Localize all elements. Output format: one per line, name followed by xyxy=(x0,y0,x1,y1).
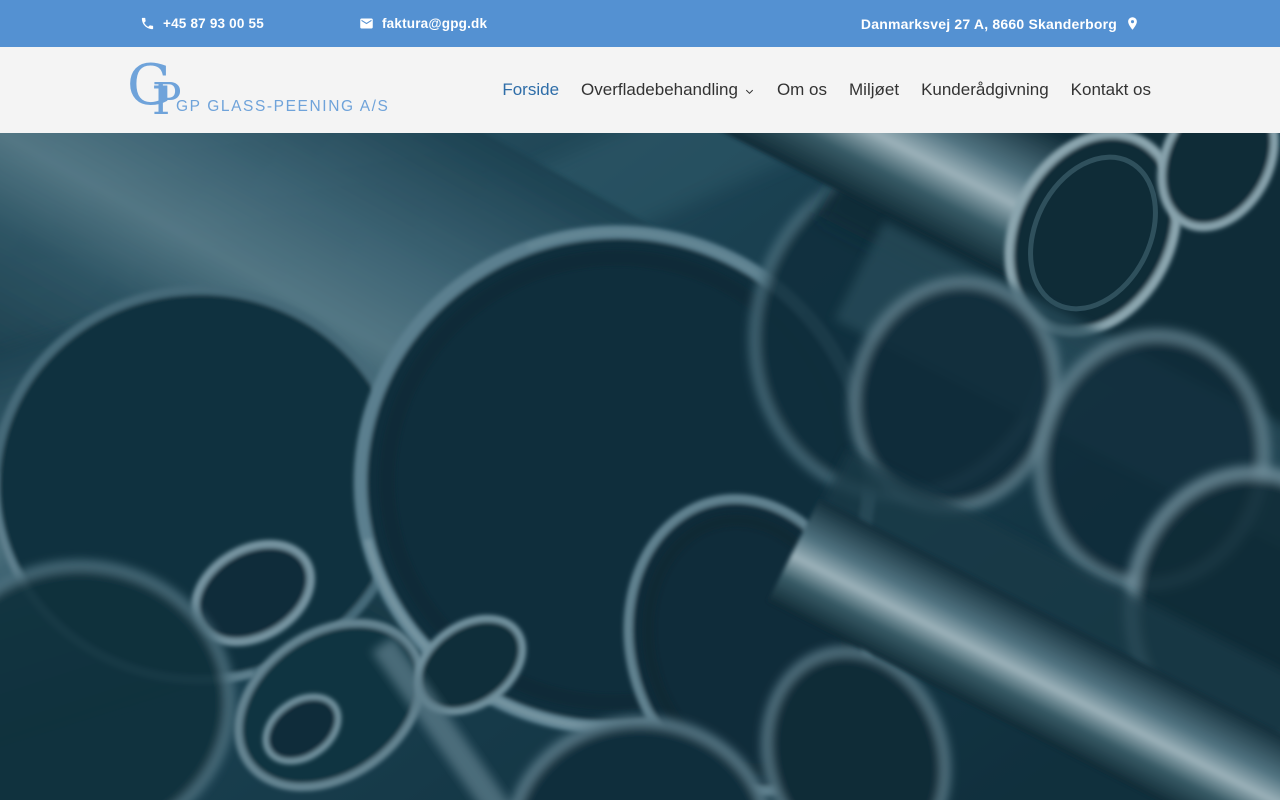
topbar-inner: +45 87 93 00 55 faktura@gpg.dk Danmarksv… xyxy=(140,16,1140,32)
topbar-contact-group: +45 87 93 00 55 faktura@gpg.dk xyxy=(140,16,487,31)
nav-item-forside[interactable]: Forside xyxy=(502,80,559,100)
phone-icon xyxy=(141,17,154,30)
address-text: Danmarksvej 27 A, 8660 Skanderborg xyxy=(860,15,1117,32)
address: Danmarksvej 27 A, 8660 Skanderborg xyxy=(861,16,1140,32)
phone-link[interactable]: +45 87 93 00 55 xyxy=(140,16,264,31)
hero-overlay xyxy=(0,133,1280,800)
main-nav: Forside Overfladebehandling Om os Miljøe… xyxy=(502,80,1151,100)
chevron-down-icon xyxy=(745,89,754,94)
phone-number: +45 87 93 00 55 xyxy=(163,16,264,31)
nav-item-overfladebehandling[interactable]: Overfladebehandling xyxy=(581,80,755,100)
logo[interactable]: G P GP GLASS-PEENING A/S xyxy=(127,53,390,125)
email-address: faktura@gpg.dk xyxy=(381,16,488,31)
topbar: +45 87 93 00 55 faktura@gpg.dk Danmarksv… xyxy=(0,0,1280,47)
nav-item-kontakt-os[interactable]: Kontakt os xyxy=(1071,80,1151,100)
envelope-icon xyxy=(360,18,373,29)
nav-item-kunderaadgivning[interactable]: Kunderådgivning xyxy=(921,80,1049,100)
hero-image xyxy=(0,133,1280,800)
nav-item-miljoet[interactable]: Miljøet xyxy=(849,80,899,100)
nav-item-om-os[interactable]: Om os xyxy=(777,80,827,100)
logo-wordmark: GP GLASS-PEENING A/S xyxy=(176,98,390,115)
site-header: G P GP GLASS-PEENING A/S Forside Overfla… xyxy=(0,47,1280,133)
email-link[interactable]: faktura@gpg.dk xyxy=(359,16,487,31)
nav-item-label: Overfladebehandling xyxy=(581,80,738,99)
hero-section xyxy=(0,133,1280,800)
header-inner: G P GP GLASS-PEENING A/S Forside Overfla… xyxy=(127,53,1151,125)
map-pin-icon xyxy=(1128,17,1137,30)
